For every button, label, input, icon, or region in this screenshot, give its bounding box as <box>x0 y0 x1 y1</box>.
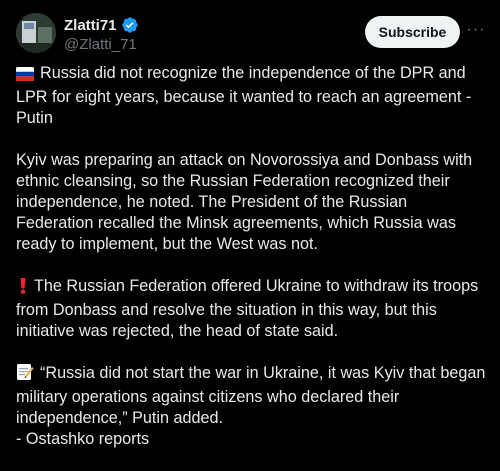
red-exclamation-icon <box>20 278 26 300</box>
paragraph-3-text: The Russian Federation offered Ukraine t… <box>16 277 479 340</box>
more-options-icon[interactable]: ··· <box>464 20 488 44</box>
author-handle[interactable]: @Zlatti_71 <box>64 36 137 53</box>
subscribe-button[interactable]: Subscribe <box>365 16 460 48</box>
paragraph-4: “Russia did not start the war in Ukraine… <box>16 363 486 450</box>
post-body: Russia did not recognize the independenc… <box>16 63 486 471</box>
avatar[interactable] <box>16 13 56 53</box>
paragraph-1: Russia did not recognize the independenc… <box>16 63 486 129</box>
russia-flag-icon <box>16 66 34 87</box>
memo-icon <box>16 363 34 387</box>
paragraph-1-text: Russia did not recognize the independenc… <box>16 64 472 127</box>
source-line: - Ostashko reports <box>16 430 150 448</box>
paragraph-4-text: “Russia did not start the war in Ukraine… <box>16 364 486 427</box>
verified-badge-icon <box>121 16 139 34</box>
post: Zlatti71 @Zlatti_71 Subscribe ··· Russia… <box>0 0 500 461</box>
author-name-row: Zlatti71 <box>64 16 139 34</box>
paragraph-2: Kyiv was preparing an attack on Novoross… <box>16 151 473 253</box>
display-name[interactable]: Zlatti71 <box>64 17 117 34</box>
paragraph-3: The Russian Federation offered Ukraine t… <box>16 276 486 342</box>
